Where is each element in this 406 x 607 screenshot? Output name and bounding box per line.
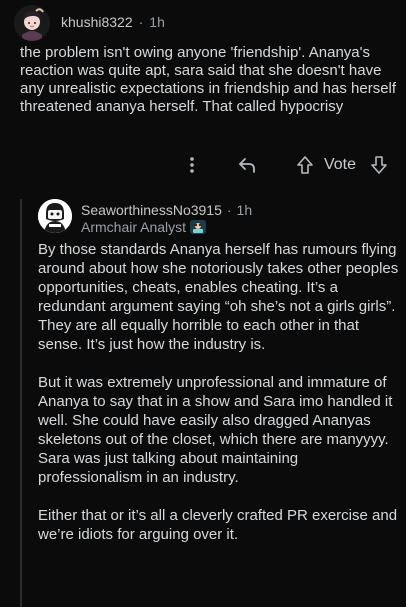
flair-text: Armchair Analyst [81,219,187,235]
avatar[interactable] [38,199,72,233]
avatar[interactable] [14,5,50,41]
user-avatar-icon [38,199,72,233]
vote-label: Vote [323,156,357,173]
reply-arrow-icon [239,158,255,173]
timestamp: 1h [236,202,253,218]
comment-paragraph: Either that or it’s all a cleverly craft… [38,507,398,543]
downvote-arrow-icon [371,156,387,174]
comment-actions: Vote [0,150,406,180]
downvote-button[interactable] [366,150,392,180]
username[interactable]: khushi8322 [61,14,133,30]
comment-paragraph: But it was extremely unprofessional and … [38,374,393,486]
reply-button[interactable] [234,150,260,180]
comment-body: the problem isn't owing anyone 'friendsh… [20,44,397,115]
comment-meta: SeaworthinessNo3915 · 1h [81,202,252,218]
upvote-arrow-icon [297,156,313,174]
more-options-button[interactable] [182,150,202,180]
analyst-emoji-icon [190,220,207,234]
more-vertical-icon [190,157,194,173]
user-flair: Armchair Analyst [81,219,207,235]
meta-separator: · [226,202,232,218]
timestamp: 1h [149,14,165,30]
user-avatar-icon [14,5,50,41]
upvote-button[interactable] [292,150,318,180]
comment-paragraph: By those standards Ananya herself has ru… [38,241,399,353]
username[interactable]: SeaworthinessNo3915 [81,202,222,218]
comment-body: By those standards Ananya herself has ru… [38,240,404,563]
comment-meta: khushi8322 · 1h [61,14,165,30]
comment-thread: khushi8322 · 1h the problem isn't owing … [0,0,406,607]
meta-separator: · [138,14,144,30]
thread-line[interactable] [20,199,22,607]
